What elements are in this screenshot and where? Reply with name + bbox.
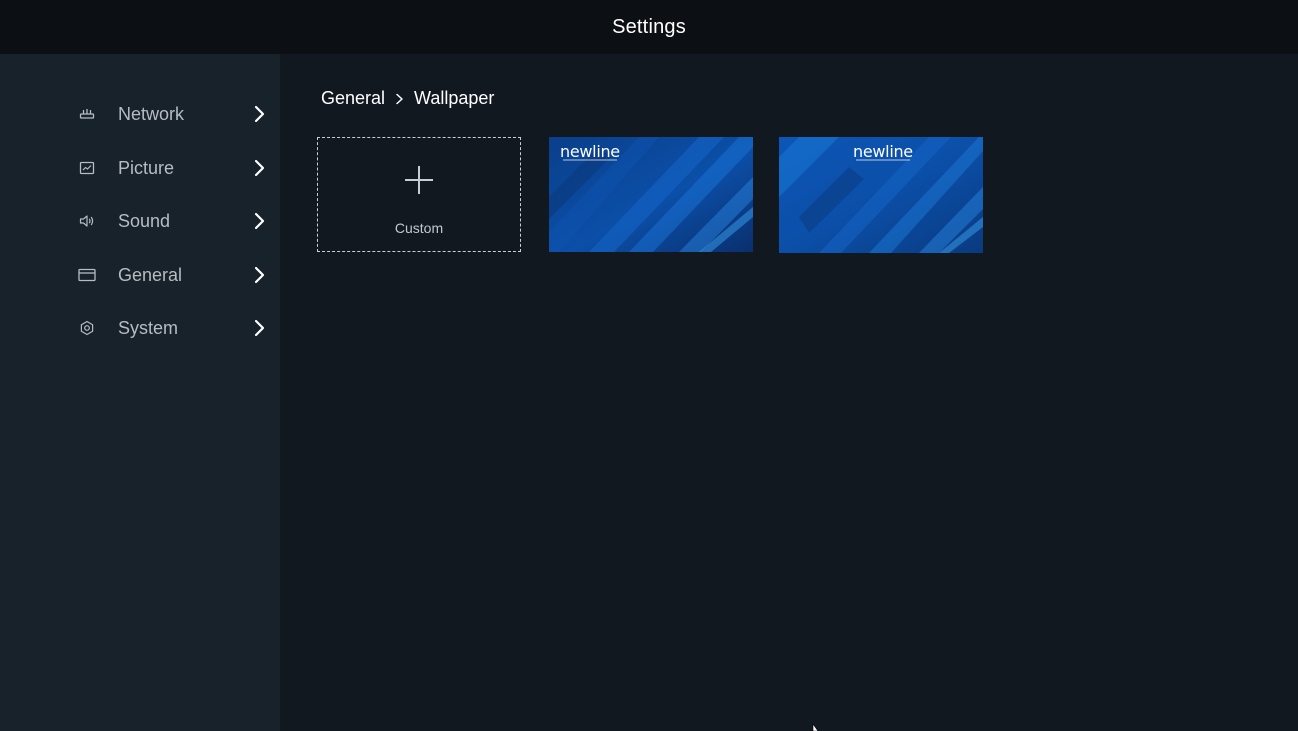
chevron-right-icon [252,319,266,337]
wallpaper-thumbnail[interactable]: newline [779,137,983,253]
wallpaper-thumbnail[interactable]: newline [549,137,753,252]
sidebar-item-label: General [118,264,183,285]
router-icon [78,105,96,123]
main-content: General Wallpaper Custom newline newline [280,54,1298,731]
sidebar-item-system[interactable]: System [0,306,280,350]
logo-tagline-line [563,159,617,161]
sidebar-item-sound[interactable]: Sound [0,199,280,243]
logo-tagline-line [856,159,910,161]
gear-icon [78,319,96,337]
breadcrumb-current: Wallpaper [414,88,495,108]
chevron-right-icon [395,93,404,105]
picture-icon [78,159,96,177]
chevron-right-icon [252,159,266,177]
sidebar-item-label: Network [118,103,185,124]
page-title: Settings [612,15,686,38]
sidebar-item-label: System [118,317,179,338]
mouse-cursor-icon [812,724,819,731]
sidebar-item-label: Sound [118,210,171,231]
window-icon [78,266,96,284]
plus-icon [404,165,434,195]
title-bar: Settings [0,0,1298,54]
sidebar-item-picture[interactable]: Picture [0,146,280,190]
chevron-right-icon [252,266,266,284]
sidebar-item-general[interactable]: General [0,253,280,297]
chevron-right-icon [252,105,266,123]
chevron-right-icon [252,212,266,230]
sidebar: Network Picture Sound General System [0,54,280,731]
breadcrumb-parent[interactable]: General [321,88,385,109]
custom-label: Custom [394,220,444,236]
speaker-icon [78,212,96,230]
sidebar-item-label: Picture [118,157,175,178]
sidebar-item-network[interactable]: Network [0,92,280,136]
breadcrumb: General Wallpaper [321,88,494,109]
custom-wallpaper-button[interactable]: Custom [317,137,521,252]
